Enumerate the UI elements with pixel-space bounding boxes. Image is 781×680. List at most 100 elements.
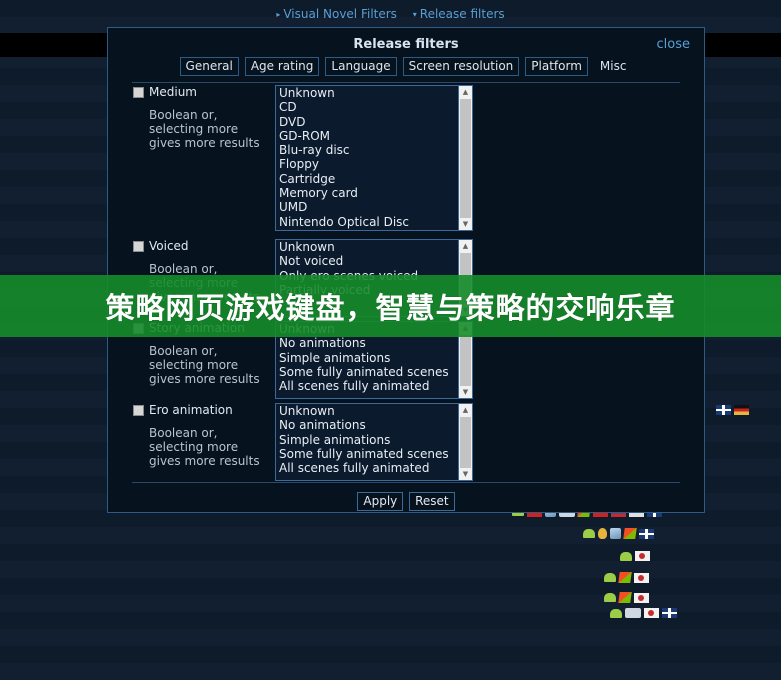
checkbox-medium[interactable] (133, 87, 144, 98)
filter-label-block: Voiced Boolean or, selecting more gives m… (133, 239, 265, 304)
scroll-up-icon[interactable]: ▲ (459, 404, 472, 416)
background-stripe (0, 578, 781, 595)
list-item[interactable]: DVD (276, 115, 458, 129)
list-item[interactable]: Simple animations (276, 351, 458, 365)
flag-uk-icon (662, 608, 677, 618)
list-item[interactable]: Unknown (276, 322, 458, 336)
scrollbar-thumb[interactable] (460, 335, 471, 387)
filter-checkbox-line: Ero animation (133, 403, 265, 417)
list-item[interactable]: CD (276, 100, 458, 114)
listbox-options[interactable]: Unknown Not voiced Only ero scenes voiced P… (276, 240, 458, 316)
scrollbar-thumb[interactable] (460, 417, 471, 469)
listbox-scrollbar[interactable]: ▲ ▼ (458, 86, 472, 230)
scroll-down-icon[interactable]: ▼ (459, 304, 472, 316)
list-item[interactable]: All scenes fully animated (276, 461, 458, 475)
dialog-footer: Apply Reset (108, 492, 704, 511)
list-item[interactable]: Unknown (276, 240, 458, 254)
scrollbar-thumb[interactable] (460, 253, 471, 305)
scroll-down-icon[interactable]: ▼ (459, 386, 472, 398)
filter-listbox-ero-animation[interactable]: Unknown No animations Simple animations Som… (275, 403, 473, 481)
checkbox-story-animation[interactable] (133, 323, 144, 334)
filter-label-block: Story animation Boolean or, selecting mor… (133, 321, 265, 386)
breadcrumb: ▸ Visual Novel Filters ▾ Release filters (0, 7, 781, 25)
release-icons-row (604, 572, 652, 583)
nav-visual-novel-filters[interactable]: ▸ Visual Novel Filters (276, 7, 397, 21)
filter-listbox-medium[interactable]: Unknown CD DVD GD-ROM Blu-ray disc Floppy Cart… (275, 85, 473, 231)
linux-icon (598, 528, 607, 539)
scroll-up-icon[interactable]: ▲ (459, 322, 472, 334)
list-item[interactable]: No animations (276, 336, 458, 350)
nav-release-filters[interactable]: ▾ Release filters (413, 7, 505, 21)
windows-icon (618, 572, 632, 583)
caret-right-icon: ▸ (276, 10, 281, 19)
android-icon (604, 573, 616, 582)
filter-hint: Boolean or, selecting more gives more re… (149, 426, 260, 468)
tab-general[interactable]: General (179, 57, 239, 76)
flag-jp-icon (634, 572, 649, 583)
filter-label-block: Ero animation Boolean or, selecting more … (133, 403, 265, 468)
list-item[interactable]: Simple animations (276, 433, 458, 447)
list-item[interactable]: Floppy (276, 157, 458, 171)
android-icon (604, 593, 616, 602)
flag-de-icon (734, 405, 749, 415)
reset-button[interactable]: Reset (409, 492, 455, 511)
nav-visual-novel-filters-label: Visual Novel Filters (283, 7, 397, 21)
checkbox-ero-animation[interactable] (133, 405, 144, 416)
scroll-up-icon[interactable]: ▲ (459, 86, 472, 98)
list-item[interactable]: Memory card (276, 186, 458, 200)
checkbox-voiced[interactable] (133, 241, 144, 252)
divider-top (132, 82, 680, 83)
list-item[interactable]: Only ero scenes voiced (276, 269, 458, 283)
android-icon (583, 529, 595, 538)
release-icons-row (620, 551, 653, 561)
filter-label: Medium (149, 85, 197, 99)
release-icons-row (604, 592, 652, 603)
list-item[interactable]: No animations (276, 418, 458, 432)
tab-age-rating[interactable]: Age rating (244, 57, 320, 76)
scrollbar-thumb[interactable] (460, 99, 471, 219)
listbox-options[interactable]: Unknown No animations Simple animations Som… (276, 404, 458, 480)
filter-label: Ero animation (149, 403, 233, 417)
list-item[interactable]: Blu-ray disc (276, 143, 458, 157)
list-item[interactable]: UMD (276, 200, 458, 214)
list-item[interactable]: Some fully animated scenes (276, 447, 458, 461)
list-item[interactable]: Cartridge (276, 172, 458, 186)
list-item[interactable]: Nintendo Optical Disc (276, 215, 458, 229)
filter-listbox-story-animation[interactable]: Unknown No animations Simple animations Som… (275, 321, 473, 399)
listbox-scrollbar[interactable]: ▲ ▼ (458, 404, 472, 480)
scroll-down-icon[interactable]: ▼ (459, 218, 472, 230)
listbox-options[interactable]: Unknown No animations Simple animations Som… (276, 322, 458, 398)
listbox-scrollbar[interactable]: ▲ ▼ (458, 322, 472, 398)
tab-language[interactable]: Language (325, 57, 397, 76)
tab-platform[interactable]: Platform (525, 57, 588, 76)
tab-misc[interactable]: Misc (594, 57, 633, 76)
release-icons-row (610, 608, 680, 618)
background-stripe (0, 629, 781, 646)
list-item[interactable]: Not voiced (276, 254, 458, 268)
listbox-options[interactable]: Unknown CD DVD GD-ROM Blu-ray disc Floppy Cart… (276, 86, 458, 230)
dialog-tabs: General Age rating Language Screen resoluti… (108, 57, 704, 76)
list-item[interactable]: All scenes fully animated (276, 379, 458, 393)
scroll-down-icon[interactable]: ▼ (459, 468, 472, 480)
tab-screen-resolution[interactable]: Screen resolution (402, 57, 520, 76)
apply-button[interactable]: Apply (357, 492, 404, 511)
background-stripe (0, 646, 781, 663)
list-item[interactable]: GD-ROM (276, 129, 458, 143)
filter-checkbox-line: Story animation (133, 321, 265, 335)
filter-label: Story animation (149, 321, 245, 335)
divider-bottom (132, 482, 680, 483)
list-item[interactable]: Unknown (276, 86, 458, 100)
windows-icon (623, 528, 637, 539)
list-item[interactable]: Partially voiced (276, 283, 458, 297)
listbox-scrollbar[interactable]: ▲ ▼ (458, 240, 472, 316)
list-item[interactable]: Some fully animated scenes (276, 365, 458, 379)
android-icon (610, 608, 622, 618)
flag-jp-icon (635, 551, 650, 561)
flag-jp-icon (634, 592, 649, 603)
list-item[interactable]: Unknown (276, 404, 458, 418)
filter-label: Voiced (149, 239, 189, 253)
scroll-up-icon[interactable]: ▲ (459, 240, 472, 252)
filter-listbox-voiced[interactable]: Unknown Not voiced Only ero scenes voiced P… (275, 239, 473, 317)
close-button[interactable]: close (657, 37, 690, 52)
filter-label-block: Medium Boolean or, selecting more gives m… (133, 85, 265, 150)
